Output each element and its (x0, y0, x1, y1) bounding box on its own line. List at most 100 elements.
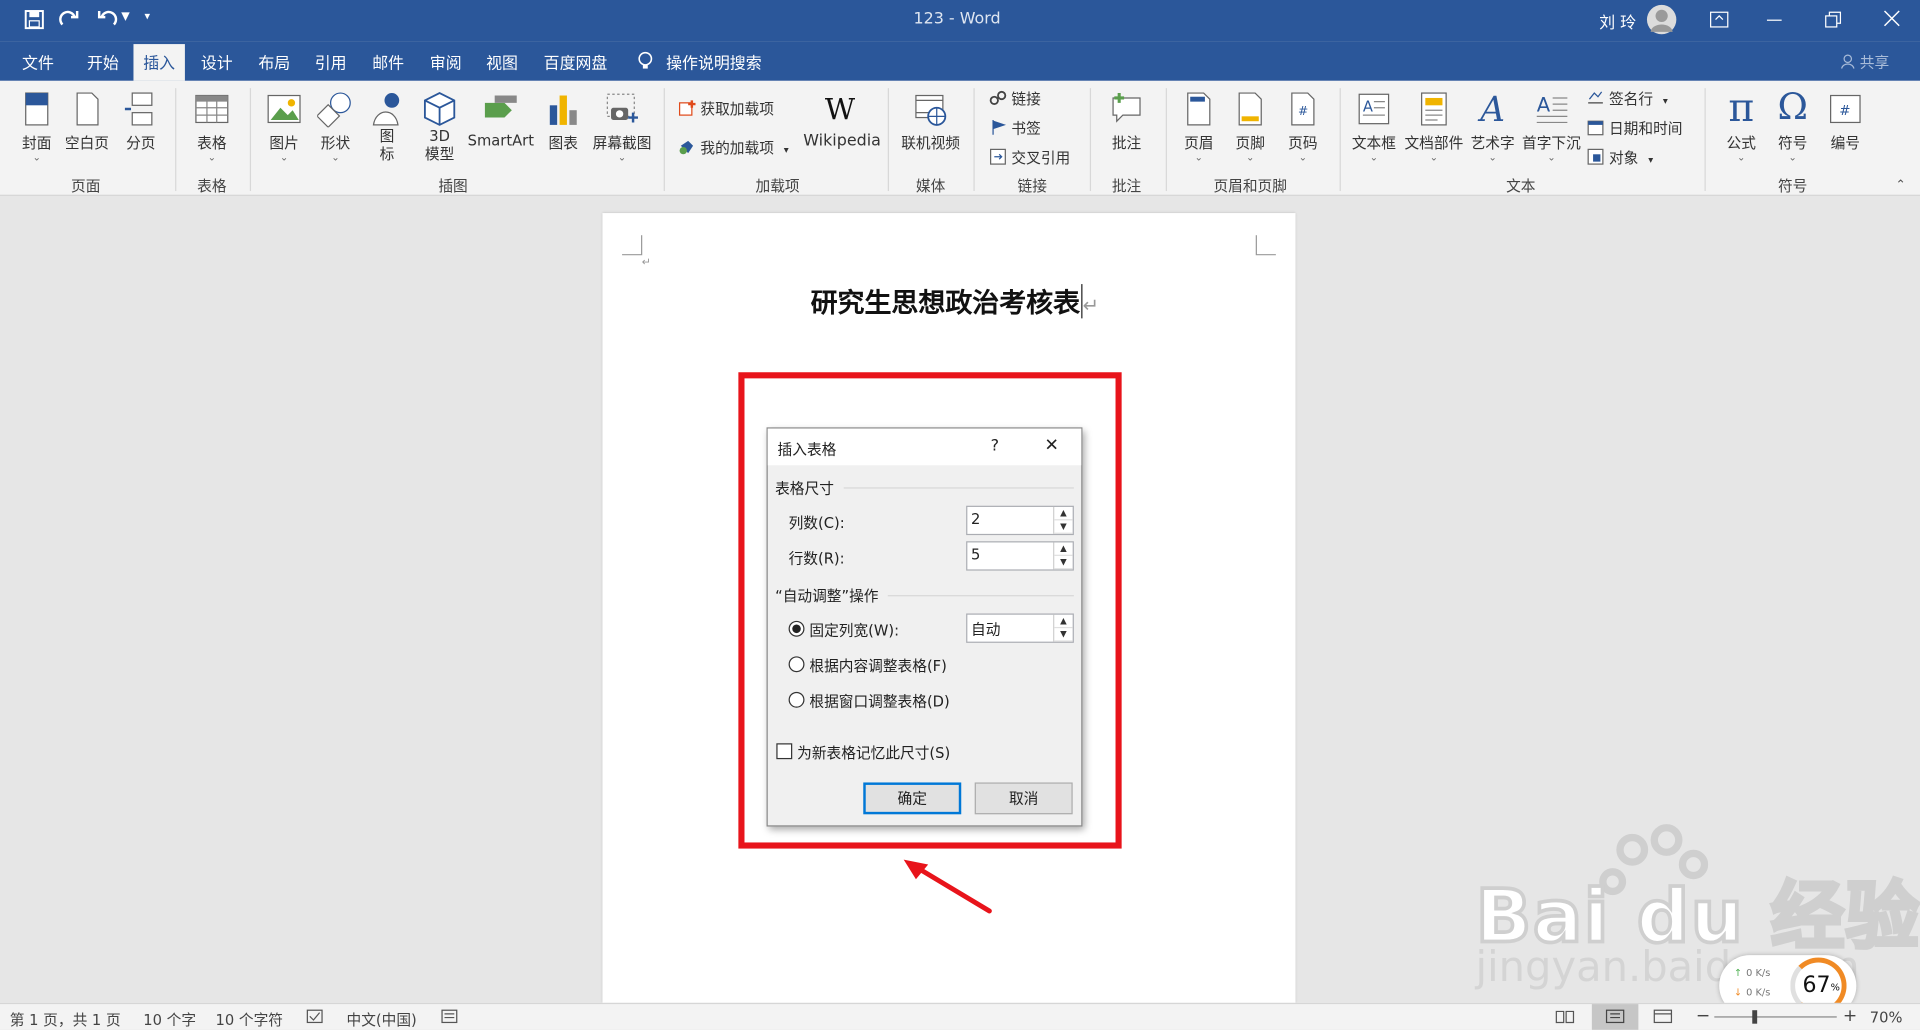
proofing-icon[interactable] (306, 1009, 323, 1024)
tab-home[interactable]: 开始 (87, 50, 119, 73)
spin-up-icon[interactable]: ▲ (1054, 507, 1073, 521)
drop-cap-button[interactable]: A 首字下沉 ⌄ (1520, 91, 1584, 163)
page-count[interactable]: 第 1 页，共 1 页 (10, 1009, 121, 1030)
screenshot-button[interactable]: 屏幕截图 ⌄ (588, 91, 657, 163)
restore-icon[interactable] (1825, 11, 1842, 33)
tab-layout[interactable]: 布局 (258, 50, 290, 73)
link-button[interactable]: 链接 (989, 88, 1041, 109)
tab-references[interactable]: 引用 (315, 50, 347, 73)
wordart-button[interactable]: A 艺术字 ⌄ (1468, 90, 1517, 163)
close-icon[interactable] (1883, 10, 1900, 32)
shapes-button[interactable]: 形状 ⌄ (316, 91, 355, 163)
autofit-window-label[interactable]: 根据窗口调整表格(D) (809, 691, 949, 712)
get-addins-button[interactable]: 获取加载项 (678, 98, 774, 119)
dialog-close-icon[interactable]: ✕ (1044, 436, 1058, 456)
tab-mailings[interactable]: 邮件 (372, 50, 404, 73)
rows-spinner[interactable]: 5 ▲ ▼ (966, 541, 1074, 571)
read-mode-icon[interactable] (1555, 1009, 1575, 1024)
ribbon-display-icon[interactable] (1709, 11, 1729, 33)
my-addins-button[interactable]: 我的加载项 ▾ (678, 137, 789, 158)
char-count[interactable]: 10 个字符 (216, 1009, 283, 1030)
save-icon[interactable] (24, 10, 44, 34)
language[interactable]: 中文(中国) (347, 1009, 417, 1030)
spin-down-icon[interactable]: ▼ (1054, 520, 1073, 534)
collapse-ribbon-icon[interactable]: ⌃ (1896, 179, 1906, 192)
rows-value: 5 (971, 546, 981, 564)
print-layout-button[interactable] (1591, 1004, 1639, 1030)
bookmark-button[interactable]: 书签 (989, 118, 1041, 139)
zoom-in-icon[interactable]: + (1843, 1007, 1857, 1027)
web-layout-icon[interactable] (1653, 1009, 1673, 1024)
calendar-icon (1587, 120, 1604, 136)
icons-icon (372, 93, 400, 126)
redo-icon[interactable] (59, 10, 81, 34)
equation-button[interactable]: π 公式 ⌄ (1718, 86, 1765, 163)
avatar[interactable] (1646, 4, 1677, 35)
cancel-button[interactable]: 取消 (974, 782, 1073, 815)
text-box-button[interactable]: A 文本框 ⌄ (1349, 91, 1398, 163)
remember-size-checkbox[interactable] (776, 743, 793, 760)
numbering-button[interactable]: # 编号 (1822, 91, 1869, 153)
tell-me-search[interactable]: 操作说明搜索 (666, 50, 762, 73)
fixed-width-label[interactable]: 固定列宽(W): (809, 620, 899, 641)
undo-dropdown-icon[interactable]: ▼ (121, 11, 129, 23)
tab-design[interactable]: 设计 (201, 50, 233, 73)
columns-spinner[interactable]: 2 ▲ ▼ (966, 505, 1074, 536)
autofit-content-radio[interactable] (788, 656, 805, 673)
comment-button[interactable]: 批注 (1104, 91, 1148, 153)
cover-page-button[interactable]: 封面 ⌄ (17, 91, 56, 163)
tab-insert[interactable]: 插入 (133, 44, 185, 81)
page-break-button[interactable]: 分页 (122, 91, 159, 153)
ok-button[interactable]: 确定 (863, 782, 962, 815)
group-illustrations: 插图 (438, 177, 468, 195)
word-count[interactable]: 10 个字 (143, 1009, 196, 1030)
spin-down-icon[interactable]: ▼ (1054, 556, 1073, 570)
fixed-width-spinner[interactable]: 自动 ▲ ▼ (966, 613, 1074, 643)
cross-reference-button[interactable]: 交叉引用 (989, 147, 1070, 168)
wikipedia-button[interactable]: W Wikipedia (803, 91, 881, 151)
picture-button[interactable]: 图片 ⌄ (264, 91, 303, 163)
icons-button[interactable]: 图标 (367, 91, 406, 164)
corner-mark (1255, 235, 1276, 256)
zoom-out-icon[interactable]: − (1696, 1007, 1710, 1027)
section-table-size: 表格尺寸 (775, 480, 834, 498)
zoom-slider-thumb[interactable] (1752, 1010, 1758, 1024)
undo-icon[interactable] (96, 10, 118, 34)
quick-parts-button[interactable]: 文档部件 ⌄ (1402, 91, 1466, 163)
spin-down-icon[interactable]: ▼ (1054, 628, 1073, 642)
text-box-icon: A (1358, 93, 1390, 125)
object-button[interactable]: 对象 ▾ (1587, 147, 1653, 168)
tab-baidu-netdisk[interactable]: 百度网盘 (544, 50, 608, 73)
blank-page-button[interactable]: 空白页 (64, 91, 111, 153)
customize-qat-icon[interactable]: ▾ (144, 11, 150, 23)
user-name[interactable]: 刘 玲 (1599, 10, 1636, 33)
3d-models-button[interactable]: 3D 模型 (419, 91, 461, 164)
online-video-button[interactable]: 联机视频 (899, 91, 963, 153)
fixed-width-radio[interactable] (788, 620, 805, 637)
table-button[interactable]: 表格 ⌄ (191, 91, 233, 163)
macro-icon[interactable] (441, 1009, 458, 1024)
autofit-window-radio[interactable] (788, 691, 805, 708)
tab-review[interactable]: 审阅 (430, 50, 462, 73)
smartart-button[interactable]: SmartArt (465, 91, 536, 149)
zoom-level[interactable]: 70% (1870, 1009, 1903, 1026)
date-time-button[interactable]: 日期和时间 (1587, 118, 1682, 139)
signature-line-button[interactable]: 签名行 ▾ (1587, 88, 1668, 109)
page-number-icon: # (1291, 92, 1315, 126)
share-button[interactable]: 共享 (1840, 51, 1889, 72)
footer-button[interactable]: 页脚 ⌄ (1229, 91, 1271, 163)
tab-view[interactable]: 视图 (486, 50, 518, 73)
zoom-slider[interactable] (1714, 1016, 1837, 1018)
header-button[interactable]: 页眉 ⌄ (1178, 91, 1220, 163)
chart-button[interactable]: 图表 (544, 91, 583, 153)
document-title[interactable]: 研究生思想政治考核表 ↵ (811, 282, 1099, 321)
help-icon[interactable]: ? (991, 437, 999, 455)
page-number-button[interactable]: # 页码 ⌄ (1282, 91, 1324, 163)
remember-size-label[interactable]: 为新表格记忆此尺寸(S) (797, 742, 950, 763)
spin-up-icon[interactable]: ▲ (1054, 542, 1073, 556)
minimize-icon[interactable] (1766, 19, 1782, 21)
autofit-content-label[interactable]: 根据内容调整表格(F) (809, 655, 946, 676)
tab-file[interactable]: 文件 (22, 50, 54, 73)
spin-up-icon[interactable]: ▲ (1054, 615, 1073, 629)
symbol-button[interactable]: Ω 符号 ⌄ (1769, 86, 1816, 163)
